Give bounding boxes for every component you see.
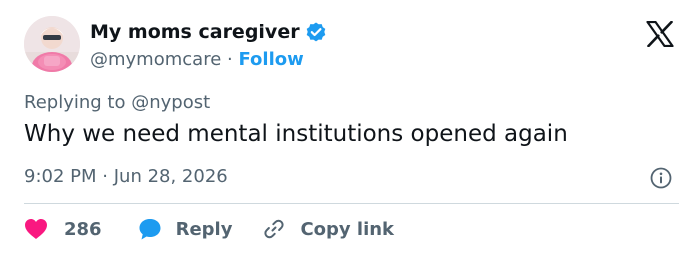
- author-handle[interactable]: @mymomcare: [90, 49, 221, 70]
- follow-button[interactable]: Follow: [238, 49, 303, 70]
- reply-label: Reply: [175, 218, 233, 240]
- copy-link-button[interactable]: Copy link: [262, 217, 394, 241]
- reply-bubble-icon: [139, 219, 161, 240]
- replying-prefix: Replying to: [24, 92, 126, 113]
- heart-icon: [25, 219, 47, 239]
- avatar[interactable]: [24, 16, 80, 72]
- handle-separator: ·: [227, 49, 233, 70]
- reply-button[interactable]: Reply: [138, 217, 233, 241]
- replying-to-handle[interactable]: @nypost: [131, 92, 210, 113]
- info-icon[interactable]: [650, 167, 672, 189]
- verified-badge-icon: [305, 21, 327, 43]
- tweet-text: Why we need mental institutions opened a…: [24, 121, 568, 147]
- author-display-name[interactable]: My moms caregiver: [90, 21, 300, 43]
- avatar-image: [24, 16, 80, 72]
- divider: [24, 203, 679, 204]
- like-count: 286: [64, 218, 102, 240]
- replying-to: Replying to @nypost: [24, 92, 210, 113]
- like-button[interactable]: 286: [24, 218, 102, 240]
- x-logo-icon[interactable]: [646, 20, 674, 48]
- copy-link-label: Copy link: [300, 218, 395, 240]
- author-handle-row: @mymomcare · Follow: [90, 49, 304, 70]
- link-icon: [264, 219, 285, 239]
- action-bar: 286 Reply Copy link: [24, 214, 394, 244]
- tweet-time[interactable]: 9:02 PM: [24, 166, 97, 187]
- tweet-date[interactable]: Jun 28, 2026: [114, 166, 228, 187]
- meta-separator: ·: [102, 166, 108, 187]
- tweet-meta: 9:02 PM · Jun 28, 2026: [24, 166, 228, 187]
